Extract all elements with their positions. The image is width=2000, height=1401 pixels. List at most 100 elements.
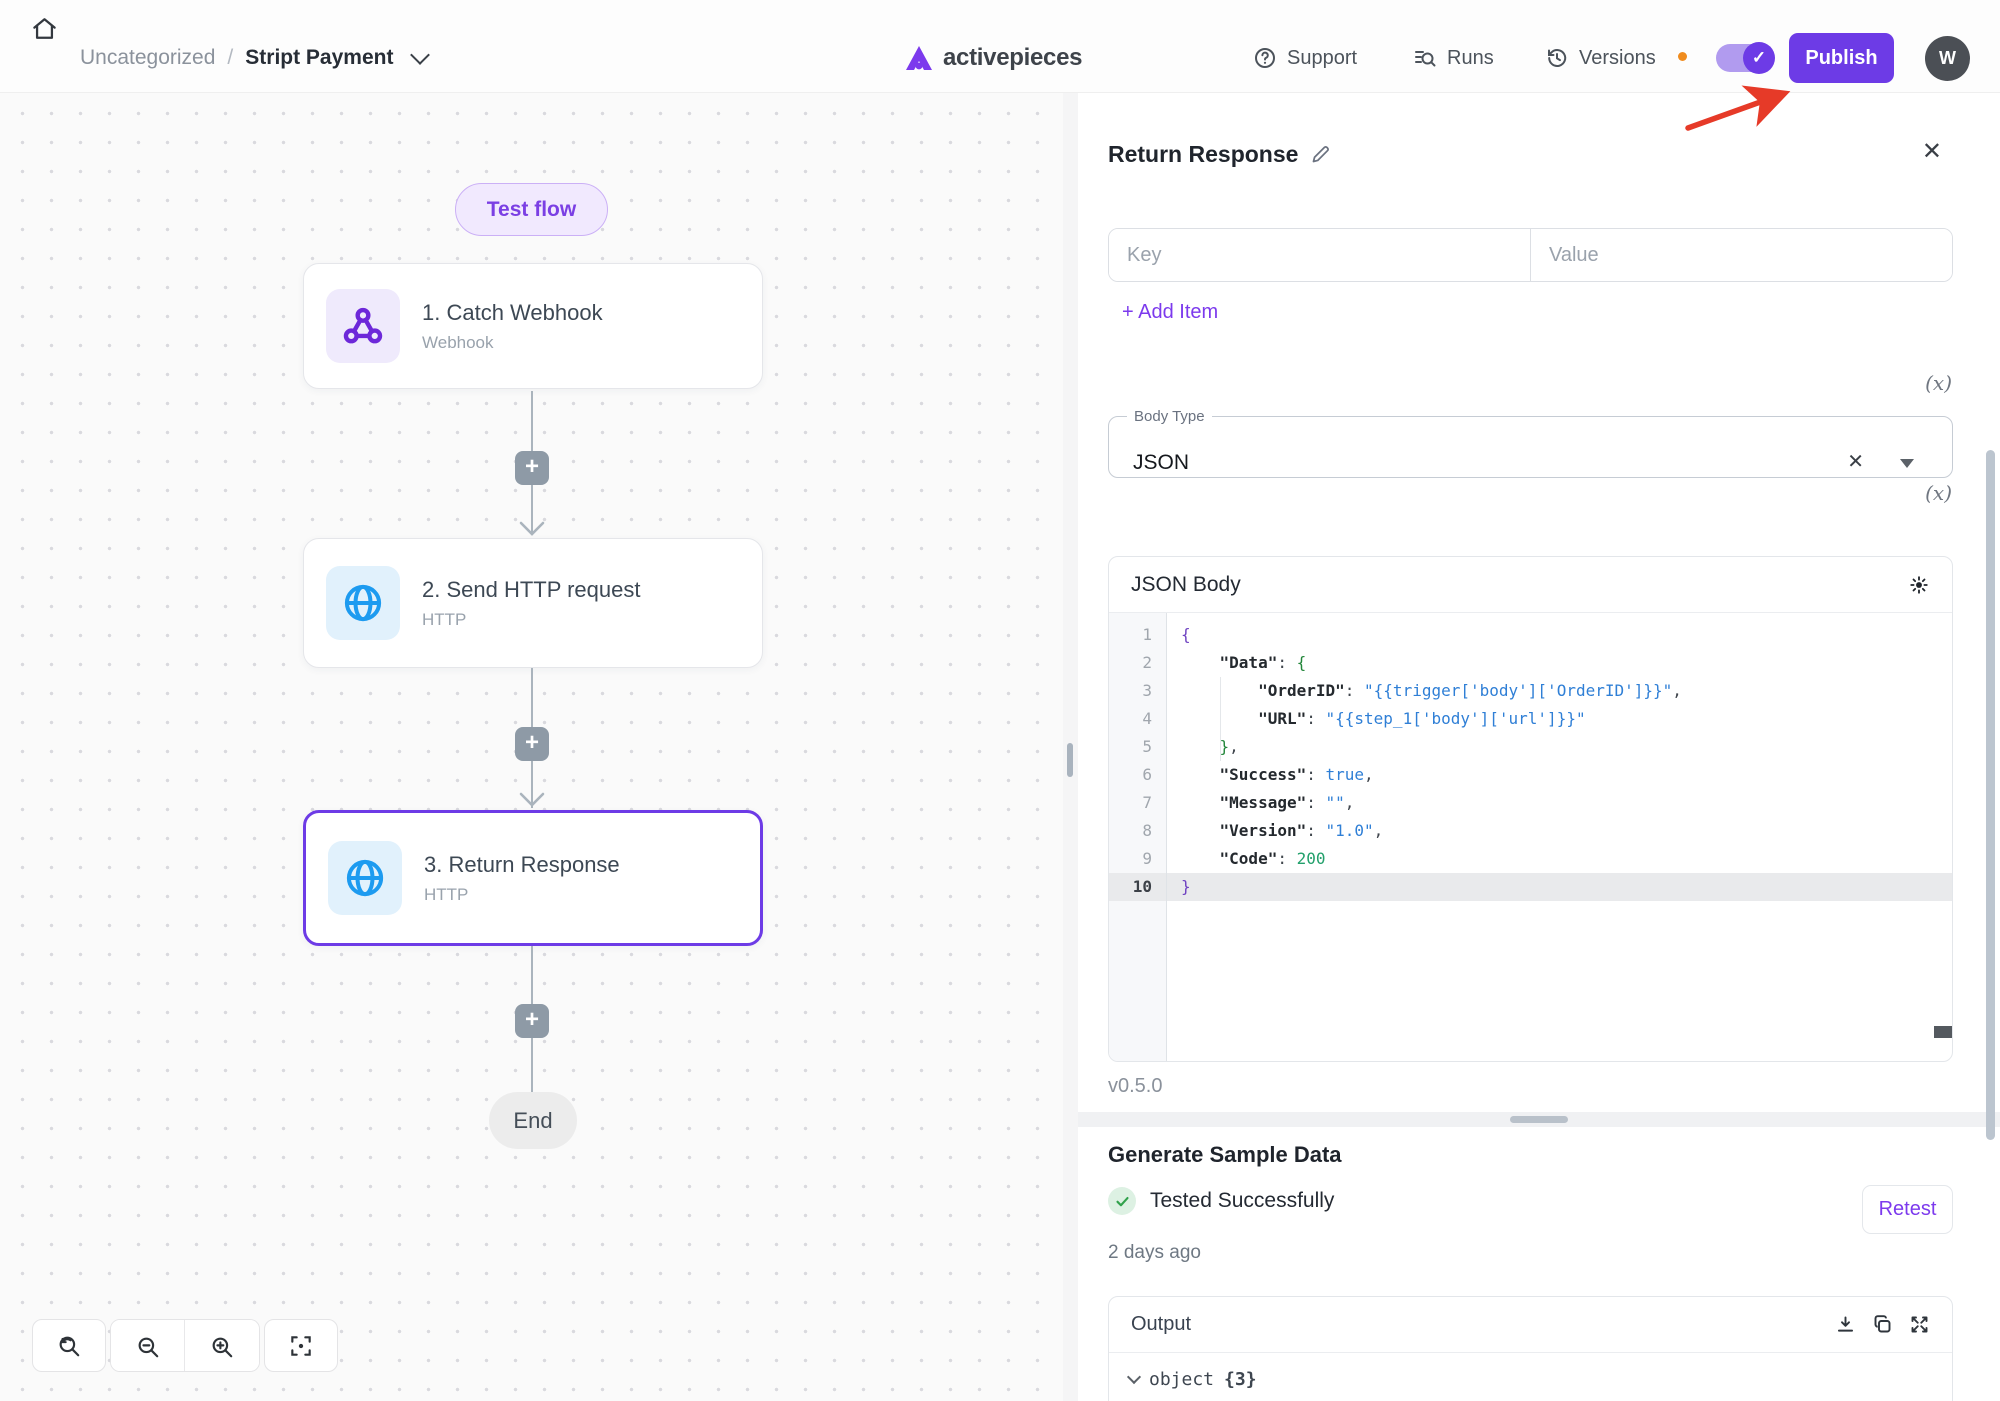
- tree-node-type: object: [1149, 1369, 1214, 1390]
- tree-collapse-icon[interactable]: [1127, 1370, 1141, 1384]
- tested-time-label: 2 days ago: [1108, 1242, 1201, 1264]
- fit-to-view-button[interactable]: [264, 1319, 338, 1372]
- brand-logo: activepieces: [905, 30, 1082, 86]
- add-step-button[interactable]: +: [515, 1004, 549, 1038]
- nav-support[interactable]: Support: [1253, 30, 1357, 86]
- step-subtitle: HTTP: [422, 610, 641, 630]
- section-resize-handle[interactable]: [1510, 1116, 1568, 1123]
- body-type-select[interactable]: Body Type JSON ✕: [1108, 408, 1953, 478]
- close-panel-icon[interactable]: ✕: [1922, 137, 1942, 166]
- dynamic-value-toggle-icon[interactable]: (x): [1925, 481, 1952, 505]
- clear-selection-icon[interactable]: ✕: [1847, 449, 1864, 474]
- step-card-catch-webhook[interactable]: 1. Catch Webhook Webhook: [303, 263, 763, 389]
- flow-enabled-toggle[interactable]: ✓: [1716, 44, 1773, 72]
- download-icon[interactable]: [1835, 1314, 1856, 1335]
- headers-key-value-group: [1108, 228, 1953, 282]
- test-status-row: Tested Successfully: [1108, 1187, 1334, 1215]
- code-lines[interactable]: { "Data": { "OrderID": "{{trigger['body'…: [1167, 613, 1952, 1062]
- breadcrumb: Uncategorized / Stript Payment: [80, 30, 427, 86]
- zoom-in-button[interactable]: [185, 1320, 259, 1372]
- versions-unpublished-dot: [1678, 52, 1687, 61]
- dropdown-caret-icon[interactable]: [1900, 459, 1914, 468]
- webhook-icon: [326, 289, 400, 363]
- step-card-return-response[interactable]: 3. Return Response HTTP: [303, 810, 763, 946]
- step-card-send-http[interactable]: 2. Send HTTP request HTTP: [303, 538, 763, 668]
- nav-versions-label: Versions: [1579, 47, 1656, 70]
- top-bar: Uncategorized / Stript Payment activepie…: [0, 0, 2000, 93]
- nav-versions[interactable]: Versions: [1545, 30, 1656, 86]
- breadcrumb-category[interactable]: Uncategorized: [80, 46, 215, 70]
- dynamic-value-toggle-icon[interactable]: (x): [1925, 371, 1952, 395]
- code-line[interactable]: "Success": true,: [1167, 761, 1952, 789]
- panel-title: Return Response: [1108, 141, 1298, 168]
- output-label: Output: [1131, 1313, 1835, 1336]
- step-title: 1. Catch Webhook: [422, 300, 603, 326]
- indent-guide: [1220, 677, 1221, 761]
- code-line[interactable]: {: [1167, 621, 1952, 649]
- code-line[interactable]: "Message": "",: [1167, 789, 1952, 817]
- zoom-in-icon: [209, 1334, 235, 1360]
- brand-name: activepieces: [943, 44, 1082, 72]
- flow-end-node: End: [489, 1092, 577, 1149]
- code-gutter: 12345678910: [1109, 613, 1167, 1062]
- value-input[interactable]: [1531, 229, 1952, 281]
- zoom-button-group: [110, 1319, 260, 1372]
- user-avatar[interactable]: W: [1925, 36, 1970, 81]
- runs-list-search-icon: [1413, 46, 1437, 70]
- generate-sample-data-heading: Generate Sample Data: [1108, 1142, 1342, 1168]
- code-line[interactable]: }: [1167, 873, 1952, 901]
- editor-scrollbar-thumb[interactable]: [1934, 1026, 1952, 1038]
- success-check-icon: [1108, 1187, 1136, 1215]
- nav-support-label: Support: [1287, 47, 1357, 70]
- expand-icon[interactable]: [1909, 1314, 1930, 1335]
- nav-runs[interactable]: Runs: [1413, 30, 1494, 86]
- body-type-value: JSON: [1133, 451, 1189, 475]
- tree-node-count: {3}: [1224, 1369, 1257, 1390]
- history-icon: [1545, 46, 1569, 70]
- panel-scrollbar-thumb[interactable]: [1986, 450, 1995, 1140]
- body-type-label: Body Type: [1127, 408, 1212, 425]
- flow-canvas[interactable]: Test flow 1. Catch Webhook Webhook + 2. …: [0, 93, 1063, 1401]
- code-line[interactable]: "URL": "{{step_1['body']['url']}}": [1167, 705, 1952, 733]
- code-editor[interactable]: 12345678910 { "Data": { "OrderID": "{{tr…: [1109, 613, 1952, 1062]
- fit-to-view-icon: [288, 1333, 314, 1359]
- section-resize-divider[interactable]: [1078, 1112, 2000, 1127]
- flow-builder-app: Uncategorized / Stript Payment activepie…: [0, 0, 2000, 1401]
- reset-zoom-button[interactable]: [32, 1319, 106, 1372]
- add-item-link[interactable]: + Add Item: [1122, 301, 1218, 324]
- connector-arrow-icon: [519, 792, 545, 808]
- step-title: 3. Return Response: [424, 852, 620, 878]
- chevron-down-icon[interactable]: [411, 45, 431, 65]
- panel-resize-handle[interactable]: [1067, 743, 1073, 777]
- publish-button[interactable]: Publish: [1789, 33, 1894, 83]
- nav-runs-label: Runs: [1447, 47, 1494, 70]
- code-line[interactable]: "OrderID": "{{trigger['body']['OrderID']…: [1167, 677, 1952, 705]
- add-step-button[interactable]: +: [515, 727, 549, 761]
- output-card: Output object {3}: [1108, 1296, 1953, 1401]
- code-line[interactable]: "Code": 200: [1167, 845, 1952, 873]
- piece-version-label: v0.5.0: [1108, 1075, 1162, 1098]
- copy-icon[interactable]: [1872, 1314, 1893, 1335]
- test-flow-button[interactable]: Test flow: [455, 183, 608, 236]
- step-title: 2. Send HTTP request: [422, 577, 641, 603]
- step-subtitle: HTTP: [424, 885, 620, 905]
- reset-zoom-icon: [56, 1333, 82, 1359]
- canvas-zoom-toolbar: [32, 1319, 338, 1372]
- ai-sparkle-icon[interactable]: [1908, 574, 1930, 596]
- key-input[interactable]: [1109, 229, 1530, 281]
- panel-resize-gutter[interactable]: [1063, 93, 1078, 1401]
- toggle-check-icon: ✓: [1743, 42, 1775, 74]
- zoom-out-button[interactable]: [111, 1320, 185, 1372]
- connector-arrow-icon: [519, 521, 545, 537]
- activepieces-logo-icon: [905, 45, 933, 71]
- retest-button[interactable]: Retest: [1862, 1185, 1953, 1234]
- breadcrumb-flow-name[interactable]: Stript Payment: [245, 46, 393, 70]
- code-line[interactable]: "Data": {: [1167, 649, 1952, 677]
- code-line[interactable]: "Version": "1.0",: [1167, 817, 1952, 845]
- add-step-button[interactable]: +: [515, 451, 549, 485]
- code-line[interactable]: },: [1167, 733, 1952, 761]
- output-tree-root[interactable]: object {3}: [1109, 1353, 1952, 1390]
- globe-icon: [328, 841, 402, 915]
- edit-name-icon[interactable]: [1310, 144, 1331, 165]
- json-body-label: JSON Body: [1131, 573, 1241, 597]
